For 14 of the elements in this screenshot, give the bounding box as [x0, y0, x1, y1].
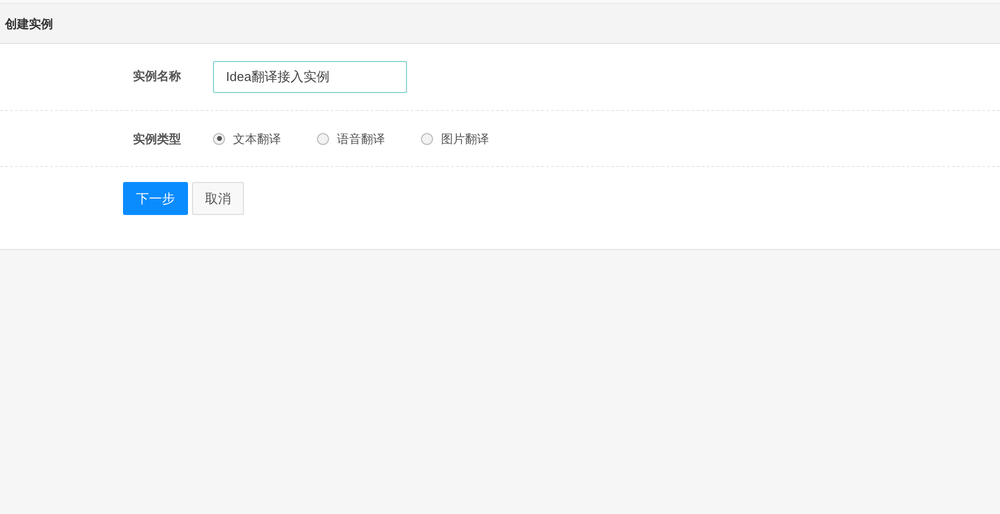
radio-option[interactable]: 语音翻译: [317, 130, 385, 148]
radio-label: 图片翻译: [441, 130, 489, 148]
radio-label: 语音翻译: [337, 130, 385, 148]
field-label: 实例名称: [133, 68, 182, 84]
radio-button[interactable]: [421, 132, 433, 144]
field-label: 实例类型: [133, 130, 182, 148]
radio-option[interactable]: 文本翻译: [213, 130, 281, 148]
radio-label: 文本翻译: [233, 130, 281, 148]
page-title: 创建实例: [5, 16, 53, 32]
radio-button[interactable]: [213, 132, 225, 144]
cancel-button[interactable]: 取消: [192, 182, 244, 215]
name-input-field[interactable]: Idea翻译接入实例: [213, 61, 407, 93]
radio-button[interactable]: [317, 132, 329, 144]
radio-option[interactable]: 图片翻译: [421, 130, 489, 148]
